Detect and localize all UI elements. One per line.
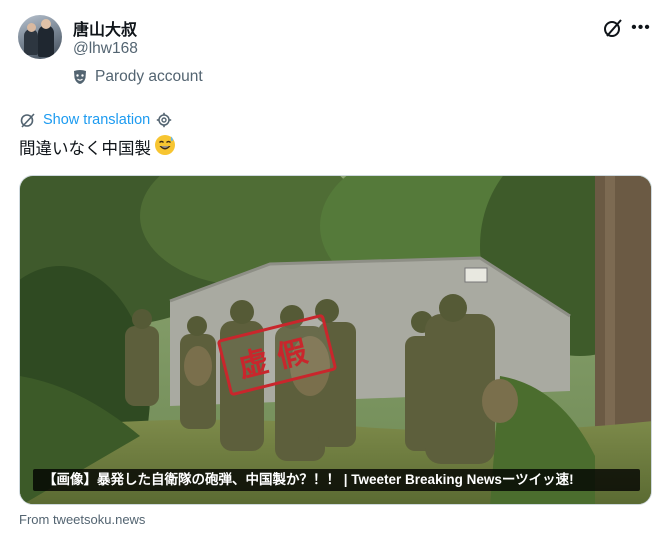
soldiers-photo xyxy=(20,176,651,504)
tweet-body: 間違いなく中国製 xyxy=(19,140,151,158)
more-icon[interactable]: ••• xyxy=(630,17,652,39)
link-source[interactable]: From tweetsoku.news xyxy=(19,512,145,527)
tweet-media-image[interactable]: 虚假 【画像】暴発した自衛隊の砲弾、中国製か？！！ | Tweeter Brea… xyxy=(19,175,652,505)
avatar[interactable] xyxy=(18,15,62,59)
parody-badge: Parody account xyxy=(73,67,203,87)
parody-label: Parody account xyxy=(95,68,203,85)
tweet-text: 間違いなく中国製 xyxy=(19,134,176,161)
author-display-name[interactable]: 唐山大叔 xyxy=(73,16,137,40)
author-handle[interactable]: @lhw168 xyxy=(73,40,138,58)
translate-icon xyxy=(20,113,35,128)
media-caption: 【画像】暴発した自衛隊の砲弾、中国製か？！！ | Tweeter Breakin… xyxy=(33,469,640,491)
show-translation-link[interactable]: Show translation xyxy=(43,112,150,128)
settings-gear-icon[interactable] xyxy=(156,112,172,128)
grok-icon[interactable] xyxy=(602,17,624,39)
parody-mask-icon xyxy=(74,70,86,84)
translate-row[interactable]: Show translation xyxy=(19,110,172,130)
sweat-smile-emoji xyxy=(154,134,176,161)
